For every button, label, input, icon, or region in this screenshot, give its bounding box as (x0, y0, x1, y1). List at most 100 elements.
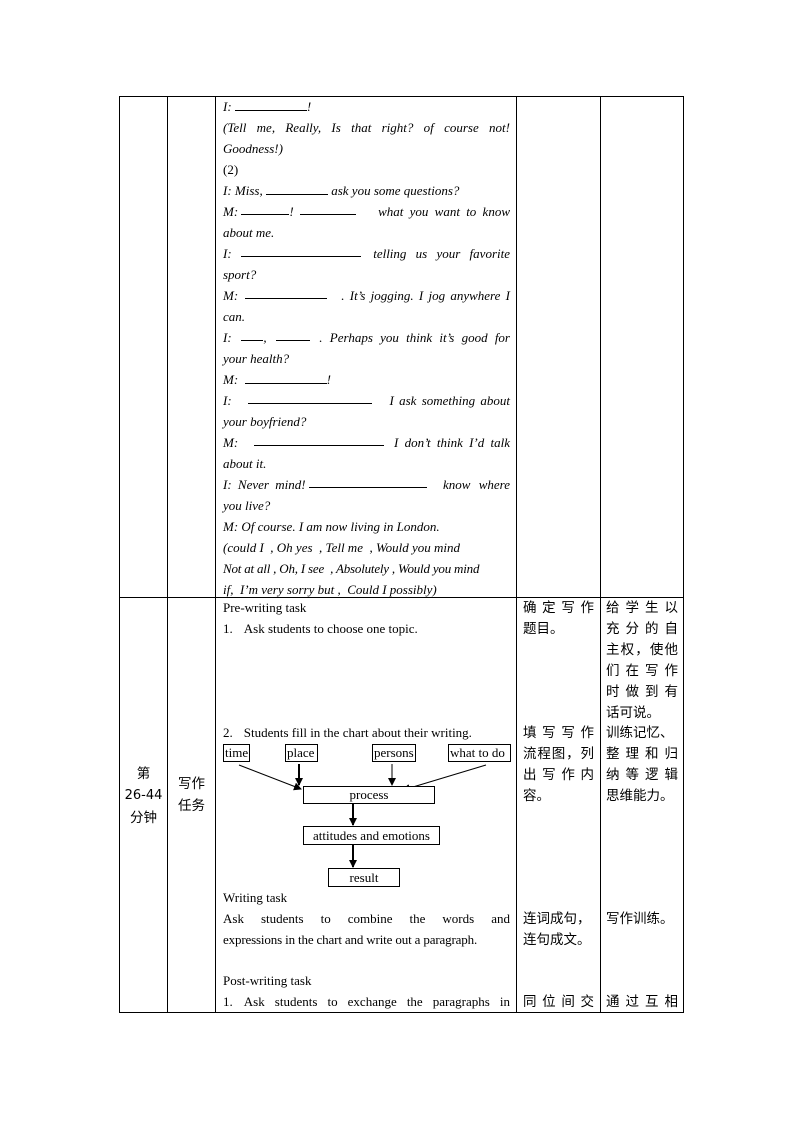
line-text: . It’s jogging. I jog anywhere I (341, 288, 510, 303)
line-text: telling us your favorite (373, 246, 510, 261)
answer-blank (244, 286, 327, 299)
purpose-line: 填写写作 (523, 725, 594, 741)
dialogue-line: I: , . Perhaps you think it’s good for (223, 328, 510, 349)
intent-line: 纳等逻辑 (606, 767, 678, 783)
col-divider-1 (167, 96, 168, 1013)
speaker-label: I: (223, 246, 232, 261)
flow-box-attitudes: attitudes and emotions (303, 826, 440, 845)
speaker-label: M: (223, 435, 239, 450)
answer-blank (254, 433, 385, 446)
stage-cell: 写作 任务 (168, 773, 215, 823)
speaker-label: I: (223, 393, 232, 408)
dialogue-line: (Tell me, Really, Is that right? of cour… (223, 120, 510, 135)
intent-line: 主权，使他 (606, 642, 678, 658)
intent-line: 充分的自 (606, 621, 678, 637)
intent-line: 训练记忆、 (606, 725, 674, 741)
flow-box-result: result (328, 868, 400, 887)
answer-blank (241, 328, 264, 341)
speaker-label: M: (223, 372, 242, 387)
speaker-label: I: (223, 330, 232, 345)
dialogue-line: I: telling us your favorite (223, 244, 510, 265)
flow-box-process: process (303, 786, 435, 804)
list-text: Ask students to exchange the paragraphs … (243, 994, 510, 1009)
list-number: 1. (223, 994, 233, 1009)
lesson-plan-table: I: ! (Tell me, Really, Is that right? of… (119, 96, 684, 1013)
answer-blank (265, 182, 328, 195)
list-item: 1. Ask students to exchange the paragraph… (223, 992, 510, 1013)
dialogue-line: M: ! what you want to know (223, 202, 510, 223)
arrow-time-to-process (238, 764, 302, 791)
flow-box-time: time (223, 744, 250, 762)
dialogue-line: I: ! (223, 97, 510, 118)
answer-blank (234, 98, 307, 111)
purpose-line: 同位间交 (523, 994, 594, 1010)
dialogue-line: about me. (223, 225, 275, 240)
purpose-line: 流程图，列 (523, 746, 594, 762)
line-text: ! (289, 204, 294, 219)
dialogue-line: (2) (223, 162, 239, 177)
time-cell: 第 26-44 分钟 (120, 763, 167, 843)
intent-cell: 给学生以 充分的自 主权，使他 们在写作 时做到有 话可说。 训练记忆、 整理和… (606, 598, 678, 1012)
stage-label: 写作 (178, 776, 205, 792)
intent-line: 思维能力。 (606, 788, 674, 804)
line-text: ! (326, 372, 332, 387)
speaker-label: I: Never mind! (223, 477, 306, 492)
line-text: know where (443, 477, 510, 492)
dialogue-line: Not at all , Oh, I see , Absolutely , Wo… (223, 561, 480, 576)
flow-box-what-to-do: what to do (448, 744, 511, 762)
flow-box-persons: persons (372, 744, 416, 762)
time-range: 26-44 (124, 788, 163, 803)
speaker-label: I: Miss, (223, 183, 266, 198)
dialogue-line: I: Miss, ask you some questions? (223, 181, 510, 202)
answer-blank (308, 475, 427, 488)
line-text: ! (306, 99, 312, 114)
dialogue-line: M: I don’t think I’d talk (223, 433, 510, 454)
dialogue-line: you live? (223, 498, 271, 513)
purpose-cell: 确定写作 题目。 填写写作 流程图，列 出写作内 容。 连词成句， 连句成文。 … (523, 598, 594, 1012)
line-text: . Perhaps you think it’s good for (319, 330, 510, 345)
line-text: I ask something about (389, 393, 510, 408)
dialogue-line: Goodness!) (223, 141, 283, 156)
line-text: , (263, 330, 267, 345)
paragraph-line: expressions in the chart and write out a… (223, 932, 478, 947)
line-text: I don’t think I’d talk (394, 435, 510, 450)
dialogue-line: your boyfriend? (223, 414, 307, 429)
document-page: I: ! (Tell me, Really, Is that right? of… (0, 0, 794, 1123)
purpose-line: 容。 (523, 788, 550, 804)
purpose-line: 连句成文。 (523, 932, 591, 948)
intent-line: 整理和归 (606, 746, 678, 762)
stage-label: 任务 (178, 798, 205, 814)
speaker-label: M: (223, 288, 239, 303)
dialogue-line: M: ! (223, 370, 510, 391)
dialogue-line: your health? (223, 351, 290, 366)
purpose-line: 出写作内 (523, 767, 594, 783)
activity-cell: Pre-writing task 1. Ask students to choos… (223, 598, 511, 1013)
dialogue-line: I: I ask something about (223, 391, 510, 412)
answer-blank (244, 371, 327, 384)
dialogue-line: (could I , Oh yes , Tell me , Would you … (223, 540, 460, 555)
col-divider-4 (600, 96, 601, 1013)
col-divider-2 (215, 96, 216, 1013)
purpose-line: 确定写作 (523, 600, 594, 616)
intent-line: 时做到有 (606, 684, 678, 700)
paragraph-line: Ask students to combine the words and (223, 911, 510, 926)
answer-blank (300, 202, 357, 215)
intent-line: 们在写作 (606, 663, 678, 679)
intent-line: 话可说。 (606, 705, 660, 721)
dialogue-line: I: Never mind! know where (223, 475, 510, 496)
dialogue-cell: I: ! (Tell me, Really, Is that right? of… (223, 97, 510, 597)
purpose-line: 题目。 (523, 621, 564, 637)
dialogue-line: sport? (223, 267, 257, 282)
speaker-label: M: (223, 204, 239, 219)
dialogue-line: M: Of course. I am now living in London. (223, 519, 440, 534)
answer-blank (241, 202, 290, 215)
speaker-label: I: (223, 99, 235, 114)
answer-blank (247, 391, 372, 404)
answer-blank (276, 328, 311, 341)
time-label: 第 (136, 766, 151, 782)
dialogue-line: M: . It’s jogging. I jog anywhere I (223, 286, 510, 307)
dialogue-line: about it. (223, 456, 267, 471)
table-border-right (683, 96, 684, 1013)
flow-box-place: place (285, 744, 318, 762)
line-text: ask you some questions? (331, 183, 460, 198)
